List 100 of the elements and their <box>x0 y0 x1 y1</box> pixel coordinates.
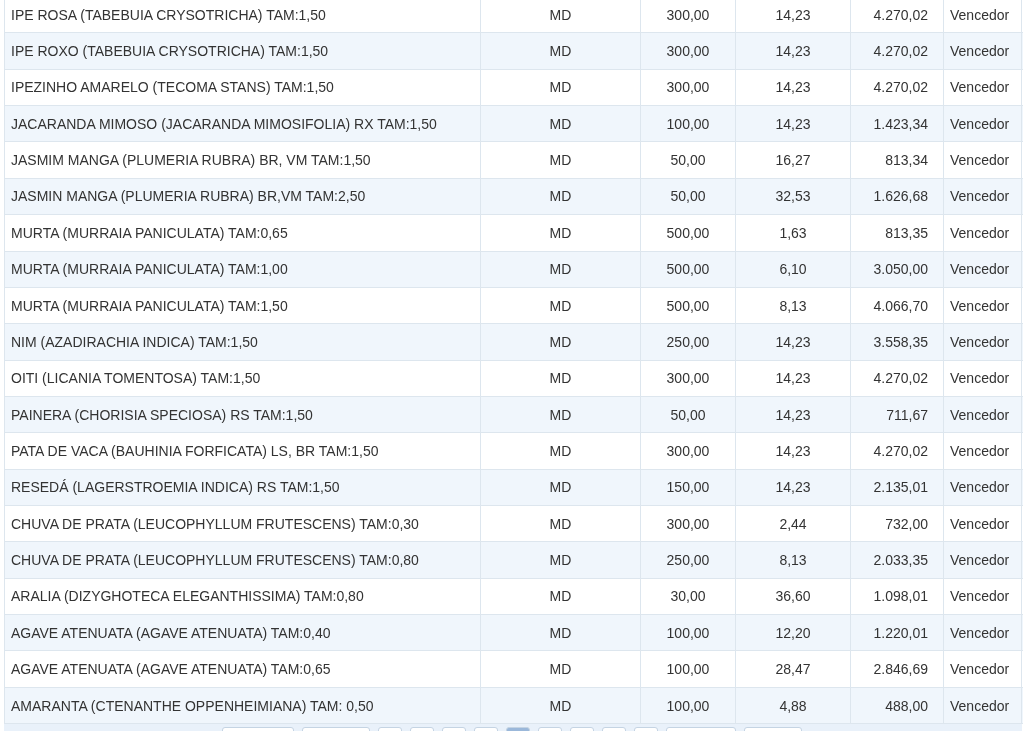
table-cell: MD <box>481 106 641 142</box>
table-cell: MURTA (MURRAIA PANICULATA) TAM:1,00 <box>5 251 481 287</box>
table-cell: 4.270,02 <box>851 33 944 69</box>
table-cell: 14,23 <box>736 396 851 433</box>
table-cell: Vencedor <box>944 396 1022 433</box>
table-cell: Vencedor <box>944 433 1022 469</box>
table-cell: JASMIM MANGA (PLUMERIA RUBRA) BR, VM TAM:1,50 <box>5 142 481 178</box>
table-cell: JASMIN MANGA (PLUMERIA RUBRA) BR,VM TAM:2,50 <box>5 178 481 215</box>
table-cell: 2.135,01 <box>851 469 944 506</box>
table-cell: PAINERA (CHORISIA SPECIOSA) RS TAM:1,50 <box>5 396 481 433</box>
table-cell: Vencedor <box>944 33 1022 69</box>
table-cell: 14,23 <box>736 33 851 69</box>
table-cell: Vencedor <box>944 142 1022 178</box>
table-cell: Vencedor <box>944 469 1022 506</box>
table-cell: 50,00 <box>641 178 736 215</box>
table-cell: MD <box>481 433 641 469</box>
table-cell: OITI (LICANIA TOMENTOSA) TAM:1,50 <box>5 360 481 396</box>
table-cell: 14,23 <box>736 469 851 506</box>
table-cell: 3.050,00 <box>851 251 944 287</box>
table-cell: 12,20 <box>736 615 851 651</box>
table-cell: 813,35 <box>851 215 944 251</box>
table-cell: 4,88 <box>736 687 851 724</box>
table-cell: 732,00 <box>851 506 944 542</box>
table-cell: RESEDÁ (LAGERSTROEMIA INDICA) RS TAM:1,50 <box>5 469 481 506</box>
table-cell: 1.423,34 <box>851 106 944 142</box>
table-cell: 4.270,02 <box>851 0 944 33</box>
table-cell: Vencedor <box>944 178 1022 215</box>
table-cell: Vencedor <box>944 651 1022 687</box>
table-cell: MD <box>481 33 641 69</box>
table-cell: MD <box>481 469 641 506</box>
table-cell: JACARANDA MIMOSO (JACARANDA MIMOSIFOLIA) RX TAM:1,50 <box>5 106 481 142</box>
table-cell: 2,44 <box>736 506 851 542</box>
table-cell: 250,00 <box>641 542 736 578</box>
table-cell: 300,00 <box>641 506 736 542</box>
table-cell: 1,63 <box>736 215 851 251</box>
table-cell: 488,00 <box>851 687 944 724</box>
table-cell: MD <box>481 69 641 106</box>
table-cell: IPE ROXO (TABEBUIA CRYSOTRICHA) TAM:1,50 <box>5 33 481 69</box>
table-cell: 100,00 <box>641 106 736 142</box>
table-cell: 150,00 <box>641 469 736 506</box>
table-cell: 813,34 <box>851 142 944 178</box>
table-cell: Vencedor <box>944 69 1022 106</box>
table-cell: 300,00 <box>641 69 736 106</box>
table-cell: Vencedor <box>944 324 1022 360</box>
table-cell: 2.846,69 <box>851 651 944 687</box>
table-cell: MURTA (MURRAIA PANICULATA) TAM:0,65 <box>5 215 481 251</box>
table-cell: MD <box>481 324 641 360</box>
table-cell: 300,00 <box>641 33 736 69</box>
table-cell: 100,00 <box>641 687 736 724</box>
table-cell: 500,00 <box>641 287 736 324</box>
table-cell: 500,00 <box>641 215 736 251</box>
table-cell: MD <box>481 178 641 215</box>
table-cell: Vencedor <box>944 578 1022 615</box>
table-cell: CHUVA DE PRATA (LEUCOPHYLLUM FRUTESCENS) TAM:0,30 <box>5 506 481 542</box>
table-cell: 300,00 <box>641 0 736 33</box>
table-cell: 500,00 <box>641 251 736 287</box>
table-cell: MD <box>481 251 641 287</box>
table-cell: 14,23 <box>736 106 851 142</box>
table-cell: MD <box>481 687 641 724</box>
table-cell: 50,00 <box>641 396 736 433</box>
table-cell: 1.098,01 <box>851 578 944 615</box>
table-cell: 4.066,70 <box>851 287 944 324</box>
table-cell: 300,00 <box>641 360 736 396</box>
table-cell: MD <box>481 578 641 615</box>
table-cell: IPE ROSA (TABEBUIA CRYSOTRICHA) TAM:1,50 <box>5 0 481 33</box>
table-cell: 14,23 <box>736 360 851 396</box>
table-cell: 4.270,02 <box>851 69 944 106</box>
table-cell: 711,67 <box>851 396 944 433</box>
table-cell: 50,00 <box>641 142 736 178</box>
table-cell: 3.558,35 <box>851 324 944 360</box>
table-cell: 250,00 <box>641 324 736 360</box>
table-cell: 28,47 <box>736 651 851 687</box>
table-cell: Vencedor <box>944 0 1022 33</box>
table-cell: MD <box>481 651 641 687</box>
table-cell: 4.270,02 <box>851 433 944 469</box>
table-cell: CHUVA DE PRATA (LEUCOPHYLLUM FRUTESCENS) TAM:0,80 <box>5 542 481 578</box>
table-cell: AGAVE ATENUATA (AGAVE ATENUATA) TAM:0,65 <box>5 651 481 687</box>
table-cell: 1.626,68 <box>851 178 944 215</box>
table-cell: MD <box>481 396 641 433</box>
table-cell: 16,27 <box>736 142 851 178</box>
table-cell: 6,10 <box>736 251 851 287</box>
table-cell: 100,00 <box>641 615 736 651</box>
table-cell: MD <box>481 542 641 578</box>
table-cell: Vencedor <box>944 615 1022 651</box>
table-cell: MURTA (MURRAIA PANICULATA) TAM:1,50 <box>5 287 481 324</box>
table-cell: Vencedor <box>944 506 1022 542</box>
table-cell: Vencedor <box>944 106 1022 142</box>
table-cell: 14,23 <box>736 324 851 360</box>
table-cell: Vencedor <box>944 251 1022 287</box>
table-cell: 100,00 <box>641 651 736 687</box>
table-cell: MD <box>481 142 641 178</box>
table-cell: 14,23 <box>736 0 851 33</box>
table-cell: MD <box>481 615 641 651</box>
table-cell: 4.270,02 <box>851 360 944 396</box>
table-cell: ARALIA (DIZYGHOTECA ELEGANTHISSIMA) TAM:0,80 <box>5 578 481 615</box>
table-cell: 300,00 <box>641 433 736 469</box>
table-cell: 14,23 <box>736 433 851 469</box>
table-cell: 30,00 <box>641 578 736 615</box>
table-cell: Vencedor <box>944 215 1022 251</box>
table-cell: AGAVE ATENUATA (AGAVE ATENUATA) TAM:0,40 <box>5 615 481 651</box>
